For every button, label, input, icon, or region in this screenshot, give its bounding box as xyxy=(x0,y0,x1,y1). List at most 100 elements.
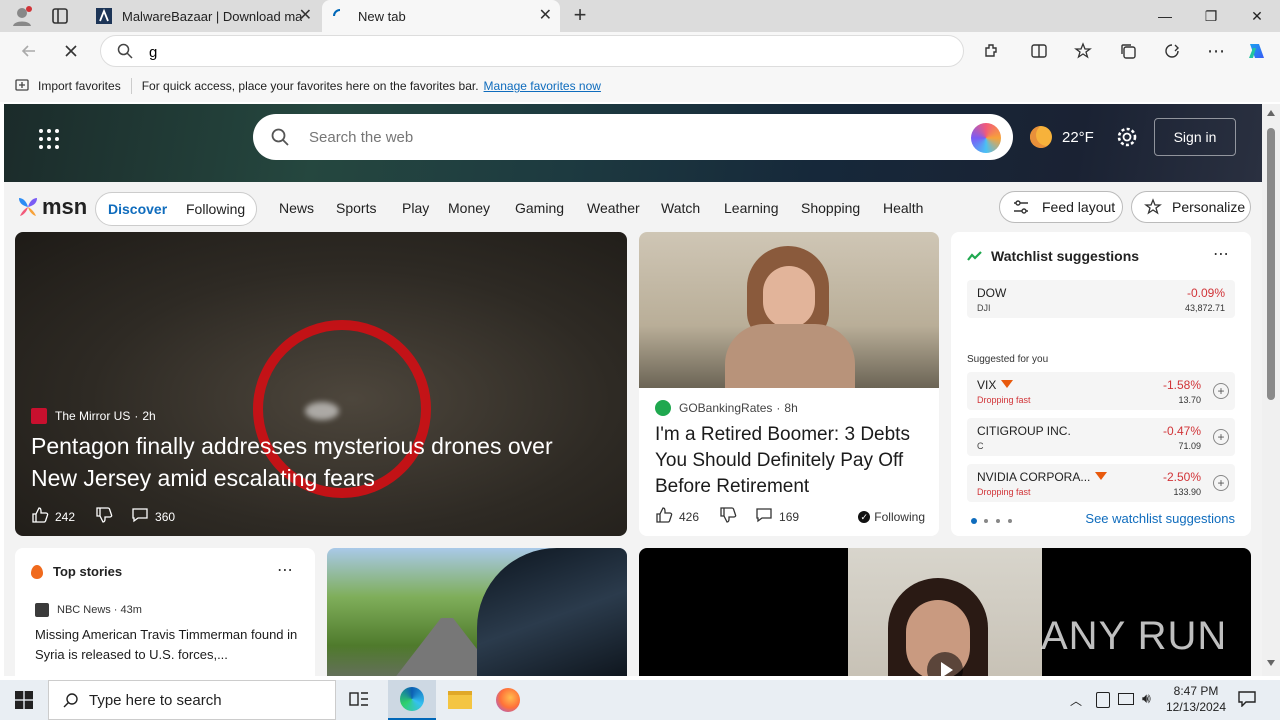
vertical-scrollbar[interactable] xyxy=(1262,104,1280,676)
profile-icon[interactable] xyxy=(10,4,34,28)
ticker-change: -0.09% xyxy=(1186,286,1225,300)
more-options-icon[interactable]: ⋯ xyxy=(1213,244,1229,264)
top-story-headline[interactable]: Missing American Travis Timmerman found … xyxy=(35,625,301,665)
article-headline[interactable]: I'm a Retired Boomer: 3 Debts You Should… xyxy=(655,422,931,500)
show-hidden-icons[interactable]: ︿ xyxy=(1070,692,1082,709)
favorites-icon[interactable] xyxy=(1070,38,1096,64)
network-icon[interactable] xyxy=(1118,693,1134,705)
manage-favorites-link[interactable]: Manage favorites now xyxy=(484,79,601,93)
dot-separator: · xyxy=(776,401,781,415)
start-button[interactable] xyxy=(0,680,48,720)
tab-actions-icon[interactable] xyxy=(50,6,70,26)
nav-learning[interactable]: Learning xyxy=(724,200,779,216)
volume-icon[interactable]: 🔊︎ xyxy=(1142,690,1151,707)
watchlist-row-dow[interactable]: DOW DJI -0.09% 43,872.71 xyxy=(967,280,1235,318)
comment-icon[interactable] xyxy=(755,506,773,527)
feed-layout-button[interactable]: Feed layout xyxy=(999,191,1123,223)
more-options-icon[interactable]: ⋯ xyxy=(277,560,293,580)
settings-gear-icon[interactable] xyxy=(1116,126,1138,148)
back-button[interactable] xyxy=(16,38,42,64)
like-icon[interactable] xyxy=(655,506,673,527)
dislike-icon[interactable] xyxy=(719,506,737,527)
copilot-icon[interactable] xyxy=(1244,38,1270,64)
scroll-up-icon[interactable] xyxy=(1267,110,1275,116)
dislike-icon[interactable] xyxy=(95,506,113,527)
watchlist-row-nvidia[interactable]: NVIDIA CORPORA... Dropping fast -2.50% 1… xyxy=(967,464,1235,502)
watchlist-row-citigroup[interactable]: CITIGROUP INC. C -0.47% 71.09 + xyxy=(967,418,1235,456)
task-view-icon[interactable] xyxy=(348,690,370,710)
close-tab-icon[interactable]: ✕ xyxy=(299,8,312,24)
nav-play[interactable]: Play xyxy=(402,200,429,216)
address-bar[interactable] xyxy=(100,35,964,67)
following-label: Following xyxy=(874,509,925,524)
taskbar-search-box[interactable]: Type here to search xyxy=(48,680,336,720)
more-menu-icon[interactable]: ⋯ xyxy=(1203,38,1229,64)
article-card[interactable]: GOBankingRates · 8h I'm a Retired Boomer… xyxy=(639,232,939,536)
restore-button[interactable]: ❐ xyxy=(1188,0,1234,32)
address-input[interactable] xyxy=(149,42,849,62)
new-tab-button[interactable]: + xyxy=(568,4,592,28)
pagination-dots[interactable] xyxy=(971,518,1012,524)
source-name: The Mirror US xyxy=(55,409,131,423)
close-tab-icon[interactable]: ✕ xyxy=(539,8,552,24)
file-explorer-taskbar-icon[interactable] xyxy=(436,680,484,720)
hero-headline[interactable]: Pentagon finally addresses mysterious dr… xyxy=(31,430,601,494)
nav-health[interactable]: Health xyxy=(883,200,923,216)
weather-temperature[interactable]: 22°F xyxy=(1062,129,1094,146)
tab-title: MalwareBazaar | Download malw xyxy=(122,8,302,24)
car-image-card[interactable] xyxy=(327,548,627,676)
weather-moon-icon[interactable] xyxy=(1030,126,1052,148)
nav-news[interactable]: News xyxy=(279,200,314,216)
apps-launcher-icon[interactable] xyxy=(38,128,60,150)
ticker-name: DOW xyxy=(977,286,1007,300)
tab-discover[interactable]: Discover xyxy=(108,201,167,217)
add-to-watchlist-icon[interactable]: + xyxy=(1213,429,1229,445)
import-favorites-button[interactable]: Import favorites xyxy=(38,79,121,93)
sign-in-button[interactable]: Sign in xyxy=(1154,118,1236,156)
tab-new-tab[interactable]: New tab ✕ xyxy=(322,0,560,32)
import-favorites-icon[interactable] xyxy=(14,77,32,95)
close-window-button[interactable]: ✕ xyxy=(1234,0,1280,32)
msn-logo[interactable]: msn xyxy=(16,194,87,220)
clock[interactable]: 8:47 PM 12/13/2024 xyxy=(1164,683,1228,715)
nav-sports[interactable]: Sports xyxy=(336,200,376,216)
like-icon[interactable] xyxy=(31,506,49,527)
edge-taskbar-icon[interactable] xyxy=(388,680,436,720)
page-dot-active[interactable] xyxy=(971,518,977,524)
tab-malwarebazaar[interactable]: MalwareBazaar | Download malw ✕ xyxy=(86,0,320,32)
add-to-watchlist-icon[interactable]: + xyxy=(1213,475,1229,491)
nav-gaming[interactable]: Gaming xyxy=(515,200,564,216)
personalize-button[interactable]: Personalize xyxy=(1131,191,1251,223)
following-indicator[interactable]: ✓ Following xyxy=(858,510,925,524)
dot-separator: · xyxy=(113,604,118,616)
reactions-row: 242 360 xyxy=(31,506,175,527)
scroll-down-icon[interactable] xyxy=(1267,660,1275,666)
video-card[interactable]: ANY RUN xyxy=(639,548,1251,676)
browser-essentials-icon[interactable] xyxy=(1159,38,1185,64)
collections-icon[interactable] xyxy=(1115,38,1141,64)
add-to-watchlist-icon[interactable]: + xyxy=(1213,383,1229,399)
page-dot[interactable] xyxy=(1008,519,1012,523)
nav-weather[interactable]: Weather xyxy=(587,200,640,216)
split-screen-icon[interactable] xyxy=(1026,38,1052,64)
nav-shopping[interactable]: Shopping xyxy=(801,200,860,216)
comment-icon[interactable] xyxy=(131,506,149,527)
notifications-icon[interactable] xyxy=(1238,691,1256,708)
see-watchlist-link[interactable]: See watchlist suggestions xyxy=(1085,511,1235,526)
tab-following[interactable]: Following xyxy=(186,201,245,217)
device-icon[interactable] xyxy=(1096,692,1110,708)
hero-article-card[interactable]: The Mirror US · 2h Pentagon finally addr… xyxy=(15,232,627,536)
nav-watch[interactable]: Watch xyxy=(661,200,700,216)
personalize-label: Personalize xyxy=(1172,199,1246,215)
nav-money[interactable]: Money xyxy=(448,200,490,216)
scrollbar-thumb[interactable] xyxy=(1267,128,1275,400)
extensions-icon[interactable] xyxy=(978,38,1004,64)
web-search-box[interactable]: Search the web xyxy=(253,114,1013,160)
page-dot[interactable] xyxy=(996,519,1000,523)
page-dot[interactable] xyxy=(984,519,988,523)
copilot-search-icon[interactable] xyxy=(971,123,1001,153)
firefox-taskbar-icon[interactable] xyxy=(484,680,532,720)
stop-loading-button[interactable] xyxy=(58,38,84,64)
minimize-button[interactable]: — xyxy=(1142,0,1188,32)
watchlist-row-vix[interactable]: VIX Dropping fast -1.58% 13.70 + xyxy=(967,372,1235,410)
